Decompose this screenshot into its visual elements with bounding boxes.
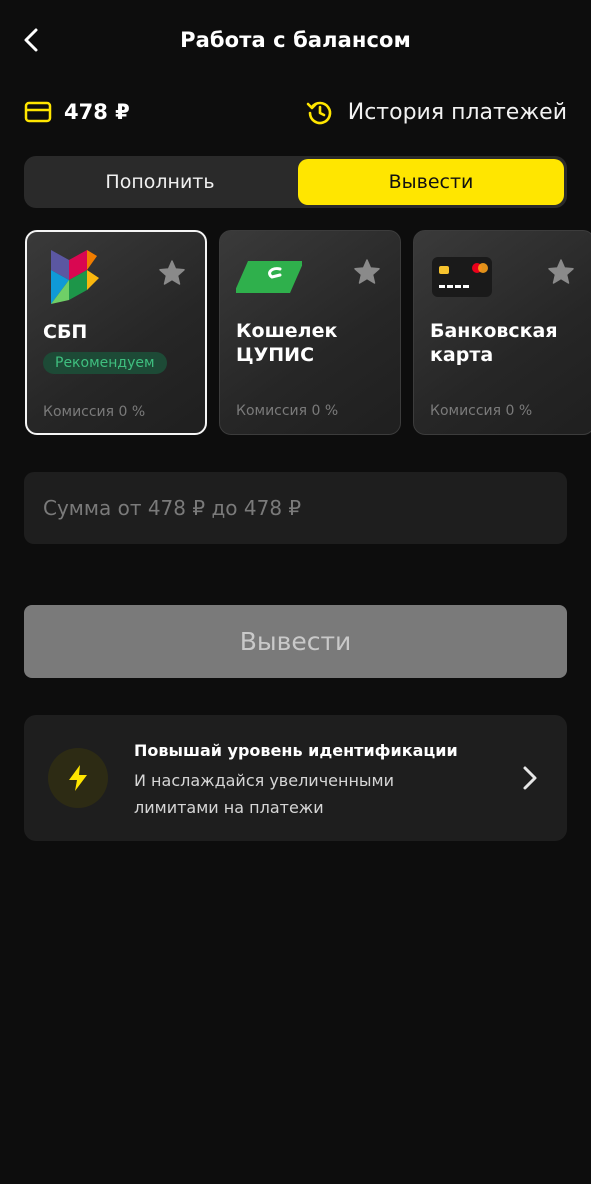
balance-amount: 478 ₽ <box>64 100 130 124</box>
method-name: Кошелек ЦУПИС <box>236 320 338 366</box>
method-commission: Комиссия 0 % <box>236 403 339 419</box>
favorite-star-icon[interactable] <box>546 257 576 287</box>
method-name: Банковская карта <box>430 320 558 366</box>
promo-icon-circle <box>48 748 108 808</box>
history-icon <box>306 101 332 125</box>
balance-row: 478 ₽ История платежей <box>24 94 567 134</box>
method-card-cupis[interactable]: Кошелек ЦУПИС Комиссия 0 % <box>219 230 401 435</box>
header: Работа с балансом <box>0 0 591 84</box>
amount-input[interactable] <box>24 472 567 544</box>
method-commission: Комиссия 0 % <box>43 404 146 420</box>
chevron-right-icon <box>523 766 537 790</box>
promo-text: И наслаждайся увеличенными лимитами на п… <box>134 771 395 817</box>
promo-title: Повышай уровень идентификации <box>134 741 458 760</box>
balance-screen: Работа с балансом 478 ₽ История платежей… <box>0 0 591 1184</box>
credit-card-icon <box>24 101 52 123</box>
method-commission: Комиссия 0 % <box>430 403 533 419</box>
method-name: СБП <box>43 321 88 343</box>
favorite-star-icon[interactable] <box>157 258 187 288</box>
tab-withdraw[interactable]: Вывести <box>298 159 564 205</box>
method-card-bank-card[interactable]: Банковская карта Комиссия 0 % <box>413 230 591 435</box>
method-card-sbp[interactable]: СБП Рекомендуем Комиссия 0 % <box>25 230 207 435</box>
history-link[interactable]: История платежей <box>306 98 567 126</box>
history-label: История платежей <box>347 99 567 125</box>
bank-card-icon <box>432 257 492 297</box>
favorite-star-icon[interactable] <box>352 257 382 287</box>
page-title: Работа с балансом <box>180 28 411 52</box>
recommended-badge: Рекомендуем <box>43 352 167 374</box>
balance: 478 ₽ <box>24 100 130 124</box>
withdraw-button[interactable]: Вывести <box>24 605 567 678</box>
operation-tabs: Пополнить Вывести <box>24 156 567 208</box>
cupis-logo-icon <box>236 261 302 293</box>
lightning-icon <box>69 765 87 791</box>
sbp-logo-icon <box>51 250 99 304</box>
tab-deposit[interactable]: Пополнить <box>27 159 293 205</box>
identification-promo[interactable]: Повышай уровень идентификации И наслажда… <box>24 715 567 841</box>
payment-methods: СБП Рекомендуем Комиссия 0 % Кошелек ЦУП… <box>24 229 591 437</box>
